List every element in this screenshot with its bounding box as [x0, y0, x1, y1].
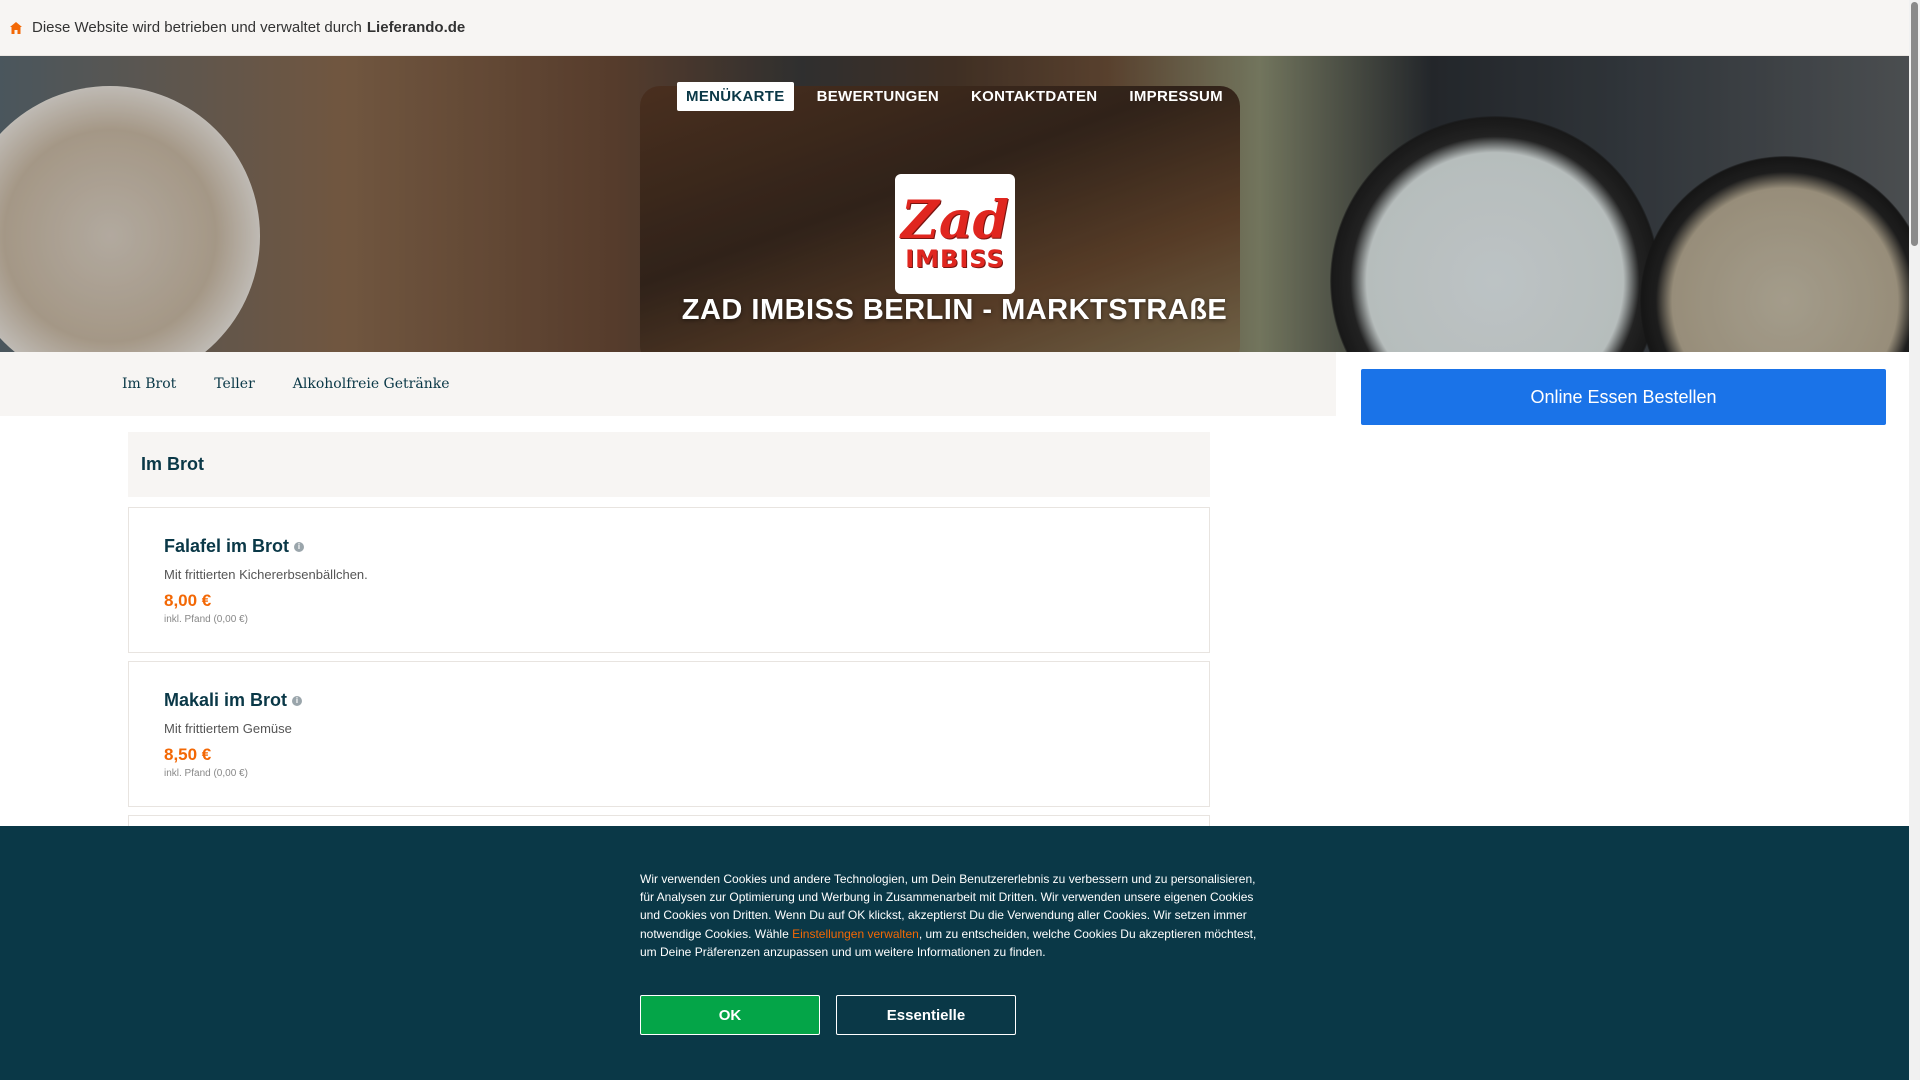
category-im-brot[interactable]: Im Brot [122, 376, 176, 392]
home-icon [8, 20, 24, 36]
menu-item-deposit: inkl. Pfand (0,00 €) [164, 614, 248, 625]
menu-item-name: Makali im Brot i [164, 690, 1209, 711]
menu-item-price: 8,00 € [164, 591, 212, 610]
scrollbar-thumb[interactable] [1911, 2, 1918, 246]
category-bar: Im Brot Teller Alkoholfreie Getränke [0, 352, 1336, 416]
menu-item-deposit: inkl. Pfand (0,00 €) [164, 768, 248, 779]
section-title: Im Brot [128, 432, 1210, 497]
operator-brand-link[interactable]: Lieferando.de [367, 19, 465, 36]
logo-text-imbiss: IMBISS [905, 245, 1005, 273]
menu-item[interactable]: Makali im Brot i Mit frittiertem Gemüse … [128, 661, 1210, 807]
cookie-settings-link[interactable]: Einstellungen verwalten [792, 927, 919, 941]
page-scrollbar[interactable] [1909, 0, 1920, 1080]
order-online-button[interactable]: Online Essen Bestellen [1361, 369, 1886, 425]
nav-bewertungen[interactable]: BEWERTUNGEN [808, 82, 948, 111]
restaurant-logo: Zad IMBISS [895, 174, 1015, 294]
nav-impressum[interactable]: IMPRESSUM [1120, 82, 1232, 111]
nav-kontaktdaten[interactable]: KONTAKTDATEN [962, 82, 1106, 111]
menu-item-description: Mit frittiertem Gemüse [164, 721, 292, 736]
category-alkoholfreie-getraenke[interactable]: Alkoholfreie Getränke [293, 376, 450, 392]
category-teller[interactable]: Teller [214, 376, 254, 392]
menu-item[interactable]: Falafel im Brot i Mit frittierten Kicher… [128, 507, 1210, 653]
nav-menukarte[interactable]: MENÜKARTE [677, 82, 794, 111]
operator-bar: Diese Website wird betrieben und verwalt… [0, 0, 1909, 56]
menu-item-name: Falafel im Brot i [164, 536, 1209, 557]
info-icon[interactable]: i [292, 695, 303, 706]
menu-item-price: 8,50 € [164, 745, 212, 764]
operator-text: Diese Website wird betrieben und verwalt… [32, 19, 362, 36]
cookie-ok-button[interactable]: OK [640, 995, 820, 1035]
main-nav: MENÜKARTE BEWERTUNGEN KONTAKTDATEN IMPRE… [0, 82, 1909, 111]
cookie-banner: Wir verwenden Cookies und andere Technol… [0, 826, 1909, 1080]
logo-text-zad: Zad [900, 190, 1009, 251]
info-icon[interactable]: i [294, 541, 305, 552]
cookie-text: Wir verwenden Cookies und andere Technol… [640, 872, 1257, 959]
menu-item-description: Mit frittierten Kichererbsenbällchen. [164, 567, 368, 582]
cookie-essential-button[interactable]: Essentielle [836, 995, 1016, 1035]
restaurant-name: ZAD IMBISS BERLIN - MARKTSTRAßE [681, 294, 1228, 326]
hero-banner: MENÜKARTE BEWERTUNGEN KONTAKTDATEN IMPRE… [0, 56, 1909, 352]
